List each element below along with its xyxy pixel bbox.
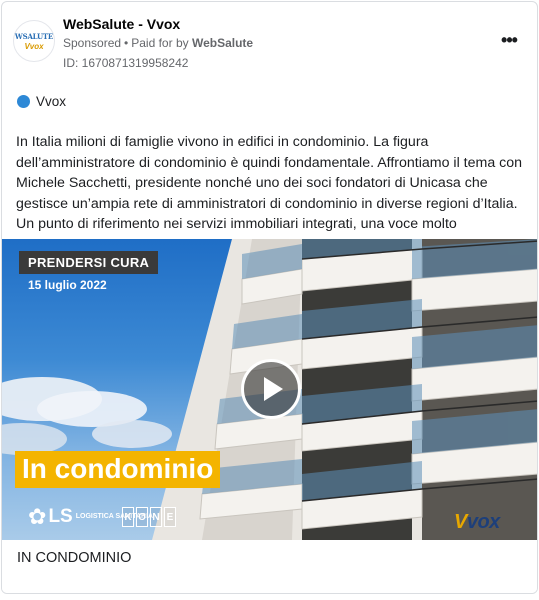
link-caption-bar[interactable]: IN CONDOMINIO <box>2 540 537 593</box>
sponsored-line: Sponsored • Paid for by WebSalute <box>63 36 253 50</box>
kone-letter: O <box>136 507 148 527</box>
ad-body-text: In Italia milioni di famiglie vivono in … <box>16 134 523 232</box>
ad-card: WSALUTE Vvox WebSalute - Vvox Sponsored •… <box>1 1 538 594</box>
flower-icon: ✿ <box>28 504 47 529</box>
avatar-logo-line2: Vvox <box>24 41 44 51</box>
sponsored-label: Sponsored <box>63 36 122 50</box>
ls-mark: LS <box>48 506 73 527</box>
link-caption[interactable]: IN CONDOMINIO <box>17 550 131 566</box>
vvox-logo-first: V <box>454 511 467 533</box>
vvox-logo-rest: vox <box>466 511 500 533</box>
kone-logo: K O N E <box>122 507 176 527</box>
page-avatar[interactable]: WSALUTE Vvox <box>13 20 55 62</box>
target-dot-icon <box>17 95 30 108</box>
play-icon[interactable] <box>241 359 301 419</box>
paid-for-name-link[interactable]: WebSalute <box>192 36 253 50</box>
vvox-logo: Vvox <box>454 511 500 534</box>
video-tag: PRENDERSI CURA <box>19 251 159 274</box>
ad-target: Vvox <box>17 94 66 109</box>
kone-letter: K <box>122 507 134 527</box>
video-thumbnail[interactable]: PRENDERSI CURA 15 luglio 2022 In condomi… <box>2 239 537 540</box>
avatar-logo-line1: WSALUTE <box>14 31 54 41</box>
paid-for-prefix: Paid for by <box>131 36 189 50</box>
play-triangle-icon <box>264 377 283 401</box>
target-label: Vvox <box>36 94 67 109</box>
kone-letter: E <box>164 507 176 527</box>
kone-letter: N <box>150 507 162 527</box>
video-date: 15 luglio 2022 <box>28 278 107 292</box>
more-options-button[interactable]: ••• <box>496 30 522 50</box>
video-title-banner: In condominio <box>15 451 221 488</box>
ad-id: ID: 1670871319958242 <box>63 56 189 70</box>
meta-separator: • <box>124 36 129 50</box>
page-name-link[interactable]: WebSalute - Vvox <box>63 16 180 32</box>
